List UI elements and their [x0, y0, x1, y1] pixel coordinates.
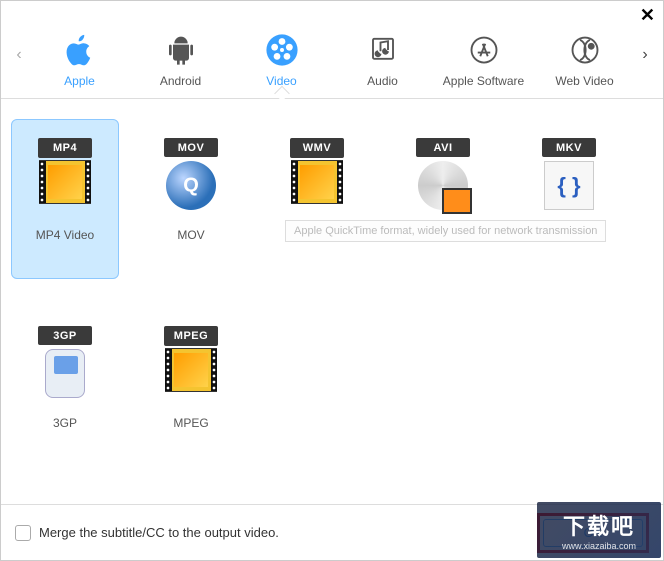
- format-label: MOV: [177, 228, 204, 242]
- format-badge: AVI: [416, 138, 470, 157]
- checkbox-box: [15, 525, 31, 541]
- tab-label: Apple Software: [443, 74, 524, 88]
- format-3gp[interactable]: 3GP 3GP: [11, 307, 119, 467]
- filmstrip-icon: [165, 348, 217, 392]
- android-icon: [163, 32, 199, 68]
- filmstrip-icon: [291, 160, 343, 204]
- dialog-window: ✕ ‹ Apple Android Video: [0, 0, 664, 561]
- footer-bar: Merge the subtitle/CC to the output vide…: [1, 504, 663, 560]
- format-mkv[interactable]: MKV MKV: [515, 119, 623, 279]
- format-badge: MKV: [542, 138, 596, 157]
- format-label: MP4 Video: [36, 228, 94, 242]
- video-reel-icon: [264, 32, 300, 68]
- format-thumbnail: MPEG: [159, 326, 223, 398]
- tab-video[interactable]: Video: [237, 32, 327, 98]
- apple-icon: [62, 32, 98, 68]
- format-label: MPEG: [173, 416, 208, 430]
- format-mov[interactable]: MOV MOV: [137, 119, 245, 279]
- quicktime-icon: [166, 161, 216, 210]
- format-thumbnail: MP4: [33, 138, 97, 210]
- music-note-icon: [365, 32, 401, 68]
- tab-label: Video: [266, 74, 296, 88]
- ok-button[interactable]: OK: [543, 519, 643, 547]
- format-badge: WMV: [290, 138, 344, 158]
- scroll-left-arrow[interactable]: ‹: [9, 46, 29, 64]
- ok-highlight-box: OK: [537, 513, 649, 553]
- format-badge: MPEG: [164, 326, 218, 346]
- tab-label: Android: [160, 74, 201, 88]
- format-thumbnail: WMV: [285, 138, 349, 210]
- merge-subtitle-checkbox[interactable]: Merge the subtitle/CC to the output vide…: [15, 525, 279, 541]
- category-tabs-bar: ‹ Apple Android Video: [1, 1, 663, 99]
- close-icon[interactable]: ✕: [640, 5, 655, 26]
- phone-icon: [45, 349, 85, 398]
- web-video-icon: [567, 32, 603, 68]
- format-label: 3GP: [53, 416, 77, 430]
- checkbox-label: Merge the subtitle/CC to the output vide…: [39, 525, 279, 540]
- tab-label: Audio: [367, 74, 398, 88]
- format-avi[interactable]: AVI AVI: [389, 119, 497, 279]
- format-thumbnail: 3GP: [33, 326, 97, 398]
- format-mp4[interactable]: MP4 MP4 Video: [11, 119, 119, 279]
- format-mpeg[interactable]: MPEG MPEG: [137, 307, 245, 467]
- format-tooltip: Apple QuickTime format, widely used for …: [285, 220, 606, 242]
- format-badge: MP4: [38, 138, 92, 158]
- tab-web-video[interactable]: Web Video: [540, 32, 630, 98]
- category-tabs: Apple Android Video Audio: [29, 11, 635, 98]
- app-store-icon: [466, 32, 502, 68]
- filmstrip-icon: [39, 160, 91, 204]
- scroll-right-arrow[interactable]: ›: [635, 46, 655, 64]
- format-thumbnail: MKV: [537, 138, 601, 210]
- tab-apple-software[interactable]: Apple Software: [439, 32, 529, 98]
- format-grid: MP4 MP4 Video MOV MOV WMV WMV AVI: [1, 99, 663, 477]
- format-badge: 3GP: [38, 326, 92, 345]
- tab-audio[interactable]: Audio: [338, 32, 428, 98]
- format-wmv[interactable]: WMV WMV: [263, 119, 371, 279]
- tab-label: Web Video: [555, 74, 613, 88]
- format-thumbnail: MOV: [159, 138, 223, 210]
- format-thumbnail: AVI: [411, 138, 475, 210]
- disc-icon: [418, 161, 468, 210]
- tab-label: Apple: [64, 74, 95, 88]
- tab-apple[interactable]: Apple: [35, 32, 125, 98]
- format-badge: MOV: [164, 138, 218, 157]
- matroska-icon: [544, 161, 594, 210]
- tab-android[interactable]: Android: [136, 32, 226, 98]
